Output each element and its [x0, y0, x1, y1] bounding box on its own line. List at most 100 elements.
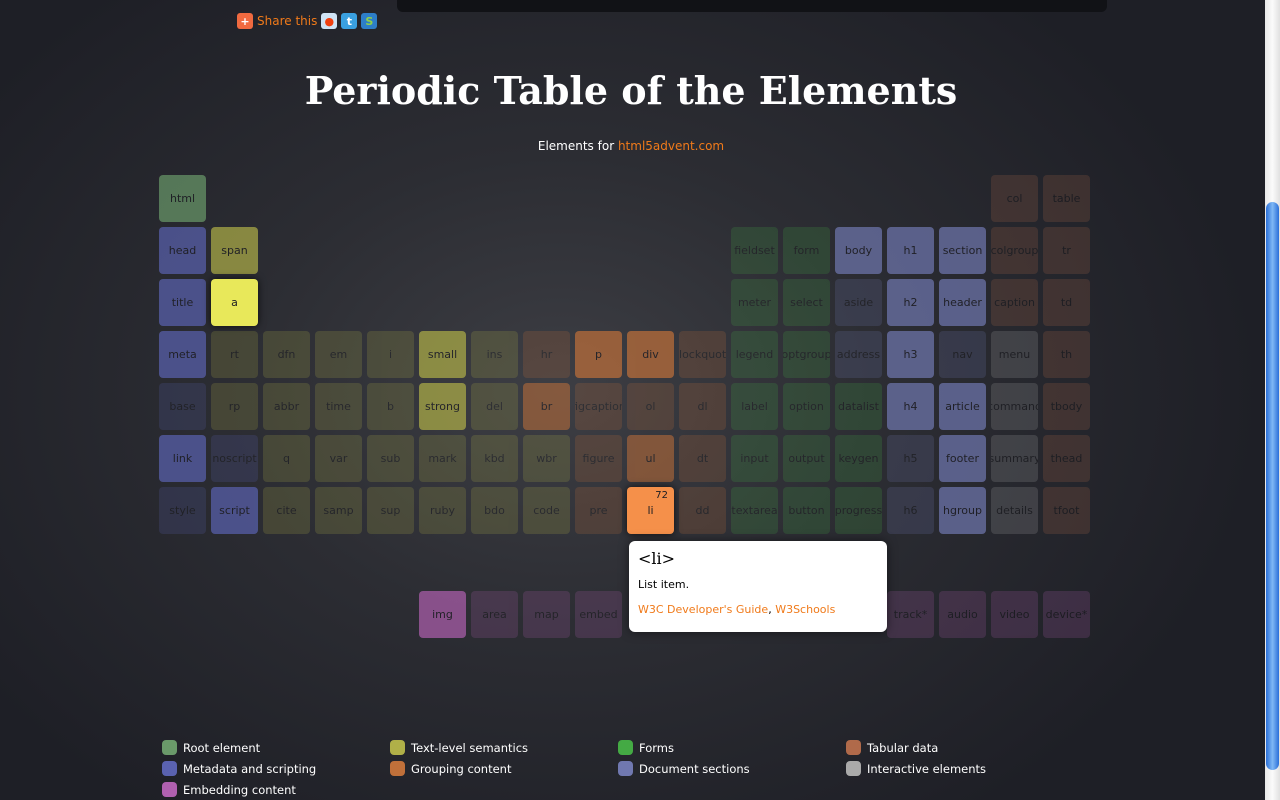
- element-blockquote[interactable]: blockquote: [679, 331, 726, 378]
- element-del[interactable]: del: [471, 383, 518, 430]
- element-select[interactable]: select: [783, 279, 830, 326]
- element-base[interactable]: base: [159, 383, 206, 430]
- element-device[interactable]: device*: [1043, 591, 1090, 638]
- element-area[interactable]: area: [471, 591, 518, 638]
- element-ins[interactable]: ins: [471, 331, 518, 378]
- element-ruby[interactable]: ruby: [419, 487, 466, 534]
- element-header[interactable]: header: [939, 279, 986, 326]
- element-caption[interactable]: caption: [991, 279, 1038, 326]
- element-sup[interactable]: sup: [367, 487, 414, 534]
- element-meta[interactable]: meta: [159, 331, 206, 378]
- element-hgroup[interactable]: hgroup: [939, 487, 986, 534]
- element-tbody[interactable]: tbody: [1043, 383, 1090, 430]
- element-h1[interactable]: h1: [887, 227, 934, 274]
- element-legend[interactable]: legend: [731, 331, 778, 378]
- element-h5[interactable]: h5: [887, 435, 934, 482]
- reddit-icon[interactable]: ●: [321, 13, 338, 29]
- element-fieldset[interactable]: fieldset: [731, 227, 778, 274]
- element-th[interactable]: th: [1043, 331, 1090, 378]
- addthis-plus-icon[interactable]: +: [237, 13, 253, 29]
- twitter-icon[interactable]: t: [341, 13, 358, 29]
- stumbleupon-icon[interactable]: S: [361, 13, 378, 29]
- element-details[interactable]: details: [991, 487, 1038, 534]
- element-q[interactable]: q: [263, 435, 310, 482]
- element-code[interactable]: code: [523, 487, 570, 534]
- element-body[interactable]: body: [835, 227, 882, 274]
- element-bdo[interactable]: bdo: [471, 487, 518, 534]
- element-br[interactable]: br: [523, 383, 570, 430]
- element-li[interactable]: li 72: [627, 487, 674, 534]
- element-title[interactable]: title: [159, 279, 206, 326]
- element-mark[interactable]: mark: [419, 435, 466, 482]
- element-time[interactable]: time: [315, 383, 362, 430]
- element-meter[interactable]: meter: [731, 279, 778, 326]
- element-var[interactable]: var: [315, 435, 362, 482]
- element-thead[interactable]: thead: [1043, 435, 1090, 482]
- element-track[interactable]: track*: [887, 591, 934, 638]
- element-summary[interactable]: summary: [991, 435, 1038, 482]
- w3schools-link[interactable]: W3Schools: [775, 603, 835, 616]
- element-rt[interactable]: rt: [211, 331, 258, 378]
- element-i[interactable]: i: [367, 331, 414, 378]
- element-h3[interactable]: h3: [887, 331, 934, 378]
- element-head[interactable]: head: [159, 227, 206, 274]
- element-tfoot[interactable]: tfoot: [1043, 487, 1090, 534]
- element-optgroup[interactable]: optgroup: [783, 331, 830, 378]
- element-table[interactable]: table: [1043, 175, 1090, 222]
- element-label[interactable]: label: [731, 383, 778, 430]
- element-map[interactable]: map: [523, 591, 570, 638]
- element-hr[interactable]: hr: [523, 331, 570, 378]
- element-progress[interactable]: progress: [835, 487, 882, 534]
- element-cite[interactable]: cite: [263, 487, 310, 534]
- element-div[interactable]: div: [627, 331, 674, 378]
- element-keygen[interactable]: keygen: [835, 435, 882, 482]
- element-html[interactable]: html: [159, 175, 206, 222]
- element-a[interactable]: a: [211, 279, 258, 326]
- element-nav[interactable]: nav: [939, 331, 986, 378]
- element-menu[interactable]: menu: [991, 331, 1038, 378]
- w3c-guide-link[interactable]: W3C Developer's Guide: [638, 603, 768, 616]
- element-datalist[interactable]: datalist: [835, 383, 882, 430]
- element-em[interactable]: em: [315, 331, 362, 378]
- element-form[interactable]: form: [783, 227, 830, 274]
- element-address[interactable]: address: [835, 331, 882, 378]
- scrollbar-thumb[interactable]: [1266, 202, 1279, 770]
- element-strong[interactable]: strong: [419, 383, 466, 430]
- element-colgroup[interactable]: colgroup: [991, 227, 1038, 274]
- element-pre[interactable]: pre: [575, 487, 622, 534]
- element-style[interactable]: style: [159, 487, 206, 534]
- element-dt[interactable]: dt: [679, 435, 726, 482]
- element-ul[interactable]: ul: [627, 435, 674, 482]
- element-figure[interactable]: figure: [575, 435, 622, 482]
- element-h2[interactable]: h2: [887, 279, 934, 326]
- element-wbr[interactable]: wbr: [523, 435, 570, 482]
- element-option[interactable]: option: [783, 383, 830, 430]
- element-abbr[interactable]: abbr: [263, 383, 310, 430]
- element-footer[interactable]: footer: [939, 435, 986, 482]
- element-input[interactable]: input: [731, 435, 778, 482]
- element-img[interactable]: img: [419, 591, 466, 638]
- element-dl[interactable]: dl: [679, 383, 726, 430]
- element-h6[interactable]: h6: [887, 487, 934, 534]
- scrollbar[interactable]: [1265, 0, 1280, 800]
- element-tr[interactable]: tr: [1043, 227, 1090, 274]
- element-textarea[interactable]: textarea: [731, 487, 778, 534]
- element-b[interactable]: b: [367, 383, 414, 430]
- element-sub[interactable]: sub: [367, 435, 414, 482]
- element-span[interactable]: span: [211, 227, 258, 274]
- element-script[interactable]: script: [211, 487, 258, 534]
- element-rp[interactable]: rp: [211, 383, 258, 430]
- element-noscript[interactable]: noscript: [211, 435, 258, 482]
- element-dfn[interactable]: dfn: [263, 331, 310, 378]
- element-p[interactable]: p: [575, 331, 622, 378]
- element-command[interactable]: command: [991, 383, 1038, 430]
- element-link[interactable]: link: [159, 435, 206, 482]
- element-td[interactable]: td: [1043, 279, 1090, 326]
- element-embed[interactable]: embed: [575, 591, 622, 638]
- element-article[interactable]: article: [939, 383, 986, 430]
- element-ol[interactable]: ol: [627, 383, 674, 430]
- element-samp[interactable]: samp: [315, 487, 362, 534]
- element-audio[interactable]: audio: [939, 591, 986, 638]
- html5advent-link[interactable]: html5advent.com: [618, 139, 724, 153]
- element-figcaption[interactable]: figcaption: [575, 383, 622, 430]
